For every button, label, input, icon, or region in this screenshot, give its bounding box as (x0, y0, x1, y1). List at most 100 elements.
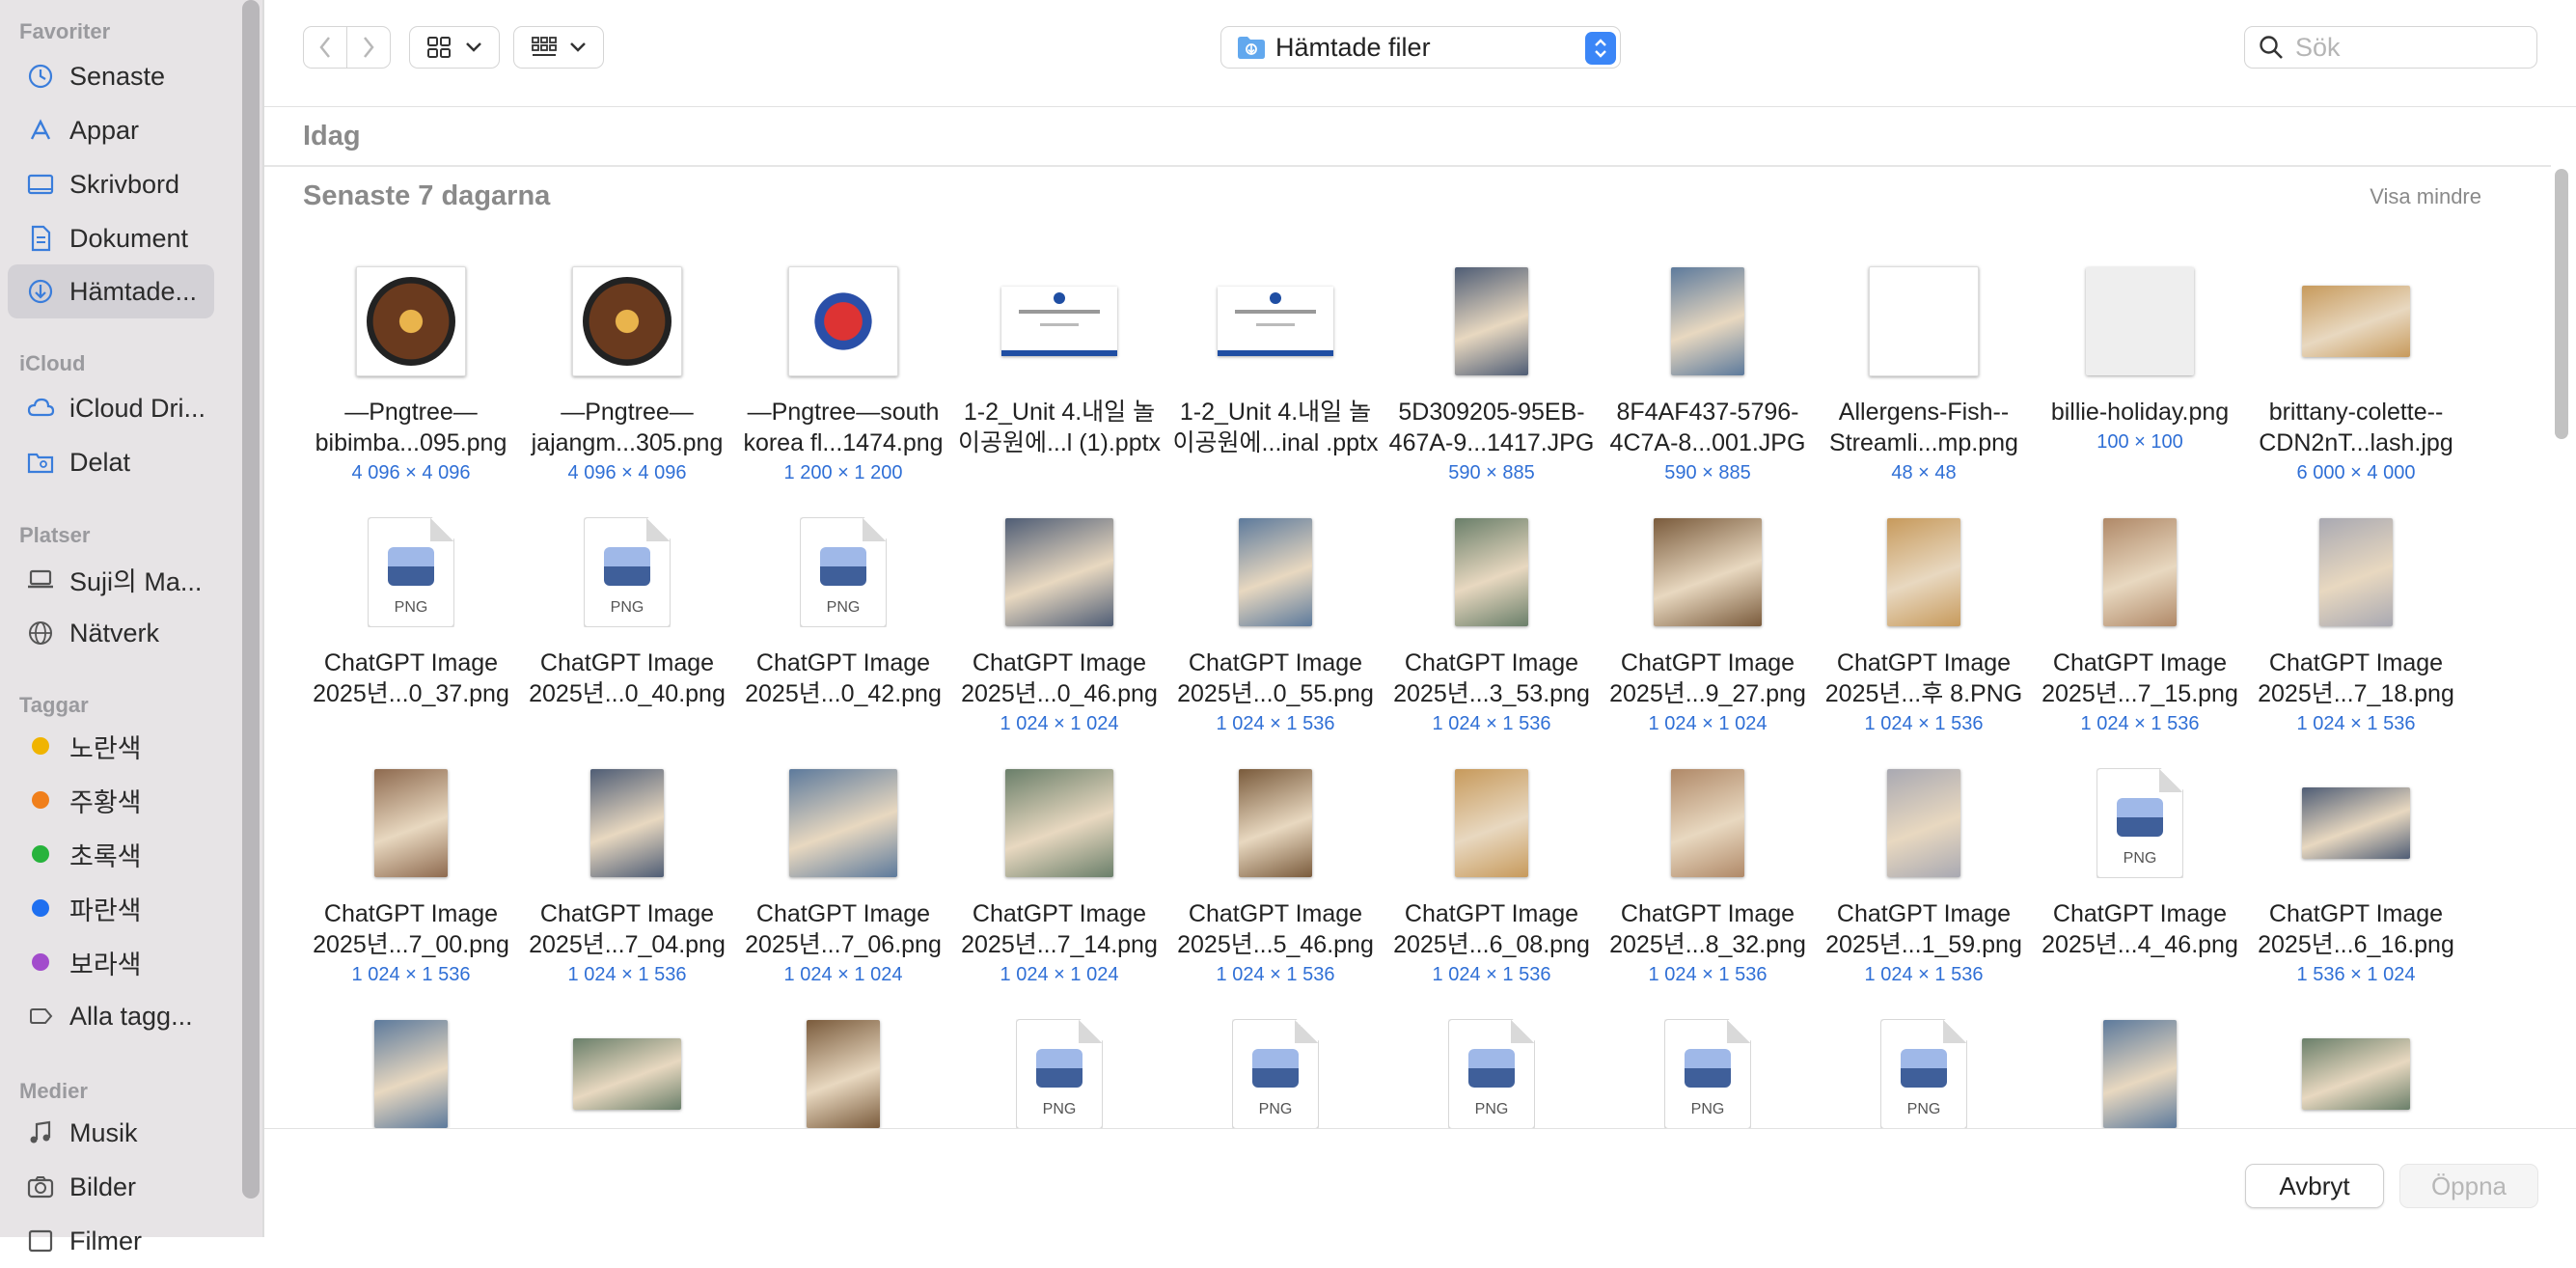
sidebar-item[interactable]: Suji의 Ma... (8, 552, 214, 606)
network-icon (23, 616, 58, 650)
sidebar-item[interactable]: 노란색 (8, 719, 214, 773)
sidebar-item-label: 주황색 (69, 787, 142, 817)
file-name-line1: billie-holiday.png (2050, 399, 2230, 426)
file-type-badge: PNG (1042, 1101, 1077, 1117)
search-input[interactable] (2293, 31, 2519, 64)
sidebar-item[interactable]: 주황색 (8, 773, 214, 827)
group-by-button[interactable] (513, 26, 604, 69)
file-name-line2: 2025년...3_53.png (1393, 680, 1590, 707)
file-name-line1: ChatGPT Image (323, 900, 499, 927)
file-dimensions: 48 × 48 (1891, 462, 1957, 483)
image-thumbnail (1671, 267, 1744, 375)
all-tags-icon (23, 999, 58, 1034)
file-type-badge: PNG (610, 599, 644, 616)
file-name: 5D309205-95EB- 467A-9...1417.JPG (1384, 397, 1600, 458)
file-thumbnail: PNG (783, 512, 903, 632)
png-file-icon: PNG (1448, 1019, 1535, 1128)
file-name: ChatGPT Image 2025년...3_53.png (1384, 648, 1600, 709)
sidebar-item[interactable]: 파란색 (8, 881, 214, 935)
chevron-left-icon (319, 37, 330, 58)
image-thumbnail (1887, 518, 1960, 626)
file-name-line2: bibimba...095.png (315, 429, 507, 456)
file-dimensions: 1 024 × 1 536 (1432, 713, 1551, 734)
file-type-badge: PNG (1906, 1101, 1941, 1117)
file-name-line1: —Pngtree— (561, 399, 694, 426)
png-file-icon: PNG (1880, 1019, 1967, 1128)
sidebar-item[interactable]: Hämtade... (8, 264, 214, 318)
sidebar-item[interactable]: iCloud Dri... (8, 381, 214, 435)
file-thumbnail (1216, 512, 1335, 632)
file-dimensions: 1 024 × 1 536 (1216, 964, 1335, 985)
sidebar-scrollbar[interactable] (242, 0, 260, 1199)
file-thumbnail (1432, 512, 1551, 632)
location-popup[interactable]: Hämtade filer (1220, 26, 1621, 69)
forward-button[interactable] (346, 26, 391, 69)
sidebar-item-label: Bilder (69, 1172, 137, 1201)
chevron-down-icon (466, 42, 481, 52)
file-browser[interactable]: Idag Senaste 7 dagarna Visa mindre —Pngt… (264, 107, 2551, 1128)
image-thumbnail (374, 769, 448, 877)
file-name-line2: 이공원에...inal .pptx (1172, 429, 1379, 456)
sidebar-item[interactable]: Bilder (8, 1160, 214, 1214)
file-name-line1: ChatGPT Image (1836, 649, 2012, 676)
file-dimensions: 1 200 × 1 200 (783, 462, 903, 483)
music-icon (23, 1116, 58, 1150)
file-thumbnail (1648, 763, 1768, 883)
content-scrollbar[interactable] (2555, 169, 2568, 439)
sidebar-item-label: iCloud Dri... (69, 393, 206, 423)
file-name-line1: ChatGPT Image (972, 649, 1147, 676)
sidebar-item[interactable]: Skrivbord (8, 157, 214, 211)
show-less-link[interactable]: Visa mindre (2370, 184, 2481, 209)
sidebar-item[interactable]: Senaste (8, 49, 214, 103)
file-name: ChatGPT Image 2025년...0_46.png (951, 648, 1167, 709)
file-name-line1: ChatGPT Image (539, 900, 715, 927)
sidebar-item-label: Musik (69, 1117, 138, 1147)
sidebar-item[interactable]: Nätverk (8, 606, 214, 660)
file-thumbnail (1864, 512, 1984, 632)
file-name-line2: 2025년...0_46.png (961, 680, 1158, 707)
png-file-icon: PNG (1016, 1019, 1103, 1128)
file-name: ChatGPT Image 2025년...4_46.png (2032, 898, 2248, 960)
search-field[interactable] (2244, 26, 2537, 69)
file-thumbnail: PNG (2080, 763, 2200, 883)
file-name-line2: 2025년...7_04.png (529, 931, 726, 958)
image-thumbnail (1455, 518, 1528, 626)
image-thumbnail (2319, 518, 2393, 626)
sidebar-item[interactable]: 보라색 (8, 935, 214, 989)
file-thumbnail (1648, 262, 1768, 381)
tag-dot-icon (23, 891, 58, 925)
back-button[interactable] (303, 26, 347, 69)
file-thumbnail (1432, 262, 1551, 381)
file-name-line2: 2025년...4_46.png (2042, 931, 2238, 958)
sidebar-item[interactable]: Dokument (8, 211, 214, 265)
sidebar-item[interactable]: Filmer (8, 1214, 214, 1268)
file-dimensions: 1 024 × 1 536 (1432, 964, 1551, 985)
png-file-icon: PNG (1232, 1019, 1319, 1128)
view-mode-button[interactable] (409, 26, 500, 69)
image-thumbnail (2302, 1038, 2410, 1110)
document-icon (23, 221, 58, 256)
sidebar-item[interactable]: Delat (8, 435, 214, 489)
sidebar-item[interactable]: 초록색 (8, 827, 214, 881)
file-name-line1: ChatGPT Image (972, 900, 1147, 927)
group-title-last7: Senaste 7 dagarna (303, 180, 551, 211)
file-dimensions: 100 × 100 (2096, 431, 2183, 453)
sidebar-item[interactable]: Appar (8, 103, 214, 157)
file-name-line1: ChatGPT Image (1620, 900, 1795, 927)
file-name: —Pngtree— jajangm...305.png (519, 397, 735, 458)
file-name: billie-holiday.png (2032, 397, 2248, 427)
cancel-button[interactable]: Avbryt (2245, 1164, 2384, 1208)
file-name-line2: Streamli...mp.png (1829, 429, 2018, 456)
open-button[interactable]: Öppna (2399, 1164, 2538, 1208)
file-dimensions: 1 024 × 1 536 (1648, 964, 1768, 985)
image-thumbnail (1239, 518, 1312, 626)
toolbar: Hämtade filer (264, 0, 2576, 107)
file-thumbnail: PNG (567, 512, 687, 632)
file-name-line1: 5D309205-95EB- (1398, 399, 1585, 426)
file-type-badge: PNG (1474, 1101, 1509, 1117)
sidebar-item[interactable]: Alla tagg... (8, 989, 214, 1043)
file-thumbnail (1864, 262, 1984, 381)
sidebar-item[interactable]: Musik (8, 1106, 214, 1160)
updown-arrows-icon (1585, 32, 1616, 65)
file-name: ChatGPT Image 2025년...9_27.png (1600, 648, 1816, 709)
